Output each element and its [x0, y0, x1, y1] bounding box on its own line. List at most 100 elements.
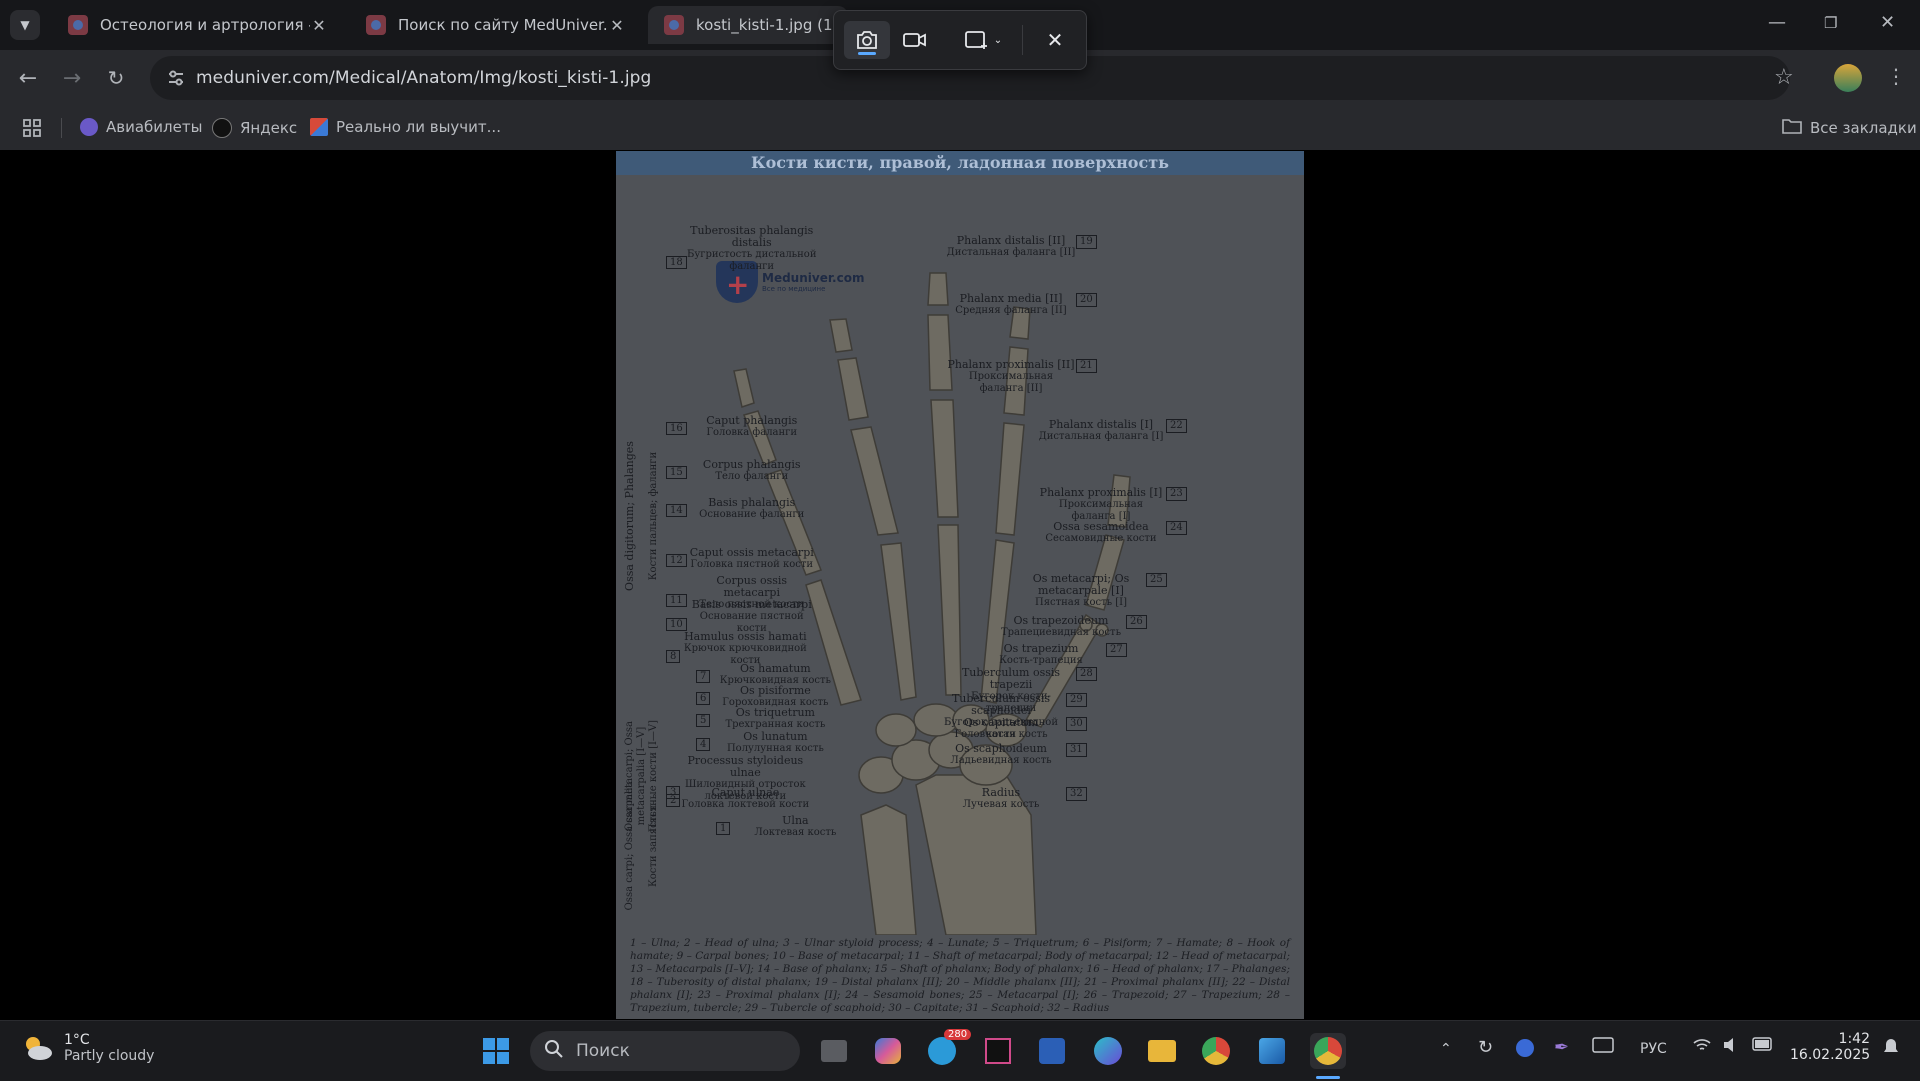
- group-latin: Ossa carpi; Ossa carpalia: [624, 781, 635, 911]
- tab-search-button[interactable]: ▼: [10, 10, 40, 40]
- label-russian: Головка пястной кости: [690, 559, 814, 570]
- close-window-icon[interactable]: ✕: [1880, 12, 1895, 33]
- label-latin: Caput ossis metacarpi: [689, 546, 814, 559]
- label-latin: Basis ossis metacarpi: [691, 598, 812, 611]
- label-latin: Ulna: [782, 814, 809, 827]
- weather-widget[interactable]: 1°C Partly cloudy: [20, 1031, 154, 1065]
- tab-image[interactable]: kosti_kisti-1.jpg (1115×: [648, 6, 848, 44]
- video-mode-button[interactable]: [892, 21, 938, 59]
- copilot-icon[interactable]: [870, 1033, 906, 1069]
- close-capture-button[interactable]: ✕: [1032, 21, 1078, 59]
- clock[interactable]: 1:42 16.02.2025: [1790, 1031, 1870, 1063]
- label-russian: Тело фаланги: [715, 471, 789, 482]
- close-icon[interactable]: ✕: [310, 16, 328, 35]
- tune-icon[interactable]: [166, 68, 186, 88]
- meduniver-favicon-icon: [68, 15, 88, 35]
- tab-search-meduniver[interactable]: Поиск по сайту MedUniver.com ✕: [350, 6, 640, 44]
- label-latin: Os trapezium: [1003, 642, 1079, 655]
- label-latin: Phalanx media [II]: [959, 292, 1063, 305]
- globe-icon: [80, 118, 98, 136]
- word-icon[interactable]: [1034, 1033, 1070, 1069]
- label-russian: Проксимальная фаланга [II]: [968, 371, 1054, 394]
- chevron-up-icon[interactable]: ⌃: [1440, 1041, 1452, 1057]
- label-russian: Локтевая кость: [754, 827, 837, 838]
- wifi-icon[interactable]: [1692, 1037, 1712, 1057]
- bone-label-22: Phalanx distalis [I] Дистальная фаланга […: [1036, 419, 1187, 443]
- battery-icon[interactable]: [1752, 1037, 1774, 1055]
- kebab-menu-icon[interactable]: ⋮: [1886, 64, 1906, 88]
- label-number: 2: [666, 794, 681, 807]
- start-button[interactable]: [478, 1033, 514, 1069]
- star-icon[interactable]: ☆: [1774, 65, 1794, 90]
- bone-label-16: 16 Caput phalangis Головка фаланги: [666, 415, 817, 439]
- file-explorer-icon[interactable]: [1144, 1033, 1180, 1069]
- clock-date: 16.02.2025: [1790, 1047, 1871, 1063]
- pen-icon[interactable]: ✒: [1554, 1037, 1569, 1058]
- bookmark-real-learn[interactable]: Реально ли выучит...: [310, 118, 501, 136]
- image-viewport: Кости кисти, правой, ладонная поверхност…: [0, 150, 1920, 1020]
- anatomy-image[interactable]: Кости кисти, правой, ладонная поверхност…: [616, 151, 1304, 1019]
- bone-label-18: 18 Tuberositas phalangis distalis Бугристо…: [666, 225, 817, 273]
- language-indicator[interactable]: РУС: [1640, 1041, 1667, 1057]
- bone-label-4: 4 Os lunatum Полулунная кость: [696, 731, 840, 755]
- all-bookmarks-label: Все закладки: [1810, 119, 1917, 137]
- arrow-left-icon[interactable]: ←: [14, 64, 42, 92]
- label-number: 5: [696, 714, 711, 727]
- canva-icon[interactable]: [1090, 1033, 1126, 1069]
- chrome-profile-icon[interactable]: [1310, 1033, 1346, 1069]
- restore-icon[interactable]: ❐: [1824, 14, 1837, 32]
- telegram-badge: 280: [944, 1029, 972, 1040]
- tray-app-icon[interactable]: [1516, 1039, 1534, 1061]
- label-number: 27: [1106, 643, 1127, 657]
- label-number: 21: [1076, 359, 1097, 373]
- reload-icon[interactable]: ↻: [102, 64, 130, 92]
- intellij-icon[interactable]: [980, 1033, 1016, 1069]
- label-latin: Basis phalangis: [708, 496, 796, 509]
- label-latin: Tuberositas phalangis distalis: [690, 224, 814, 249]
- all-bookmarks[interactable]: Все закладки: [1782, 118, 1917, 138]
- task-view-icon[interactable]: [816, 1033, 852, 1069]
- sync-icon[interactable]: ↻: [1478, 1037, 1493, 1058]
- app-icon[interactable]: [1254, 1033, 1290, 1069]
- taskbar-search[interactable]: Поиск: [530, 1031, 800, 1071]
- arrow-right-icon[interactable]: →: [58, 64, 86, 92]
- keyboard-icon[interactable]: [1592, 1037, 1614, 1057]
- avatar[interactable]: [1834, 64, 1862, 92]
- volume-icon[interactable]: [1722, 1037, 1740, 1057]
- label-number: 26: [1126, 615, 1147, 629]
- bone-label-25: Os metacarpi; Os metacarpale [I] Пястная …: [1016, 572, 1167, 609]
- screenshot-mode-button[interactable]: [844, 21, 890, 59]
- group-russian: Кости запястья: [648, 805, 659, 888]
- bookmark-label: Реально ли выучит...: [336, 118, 501, 136]
- label-latin: Os scaphoideum: [955, 742, 1047, 755]
- figure-legend: 1 – Ulna; 2 – Head of ulna; 3 – Ulnar st…: [630, 937, 1290, 1014]
- tab-osteology[interactable]: Остеология и артрология - ско ✕: [52, 6, 342, 44]
- meduniver-favicon-icon: [366, 15, 386, 35]
- apps-grid-icon[interactable]: [22, 118, 42, 142]
- label-number: 24: [1166, 521, 1187, 535]
- tab-title: Остеология и артрология - ско: [100, 16, 310, 34]
- label-latin: Os metacarpi; Os metacarpale [I]: [1032, 572, 1130, 597]
- label-number: 29: [1066, 693, 1087, 707]
- bookmark-aviatickets[interactable]: Авиабилеты: [80, 118, 202, 136]
- chrome-icon[interactable]: [1198, 1033, 1234, 1069]
- label-russian: Пястная кость [I]: [1034, 597, 1128, 608]
- label-number: 25: [1146, 573, 1167, 587]
- region-mode-dropdown[interactable]: ⌄: [952, 21, 1014, 59]
- notification-bell-icon[interactable]: [1882, 1037, 1900, 1061]
- telegram-icon[interactable]: 280: [924, 1029, 972, 1069]
- meduniver-favicon-icon: [664, 15, 684, 35]
- minimize-icon[interactable]: —: [1768, 12, 1786, 33]
- label-latin: Processus styloideus ulnae: [687, 754, 804, 779]
- bone-label-31: Os scaphoideum Ладьевидная кость 31: [936, 742, 1087, 767]
- label-latin: Phalanx proximalis [I]: [1039, 486, 1163, 499]
- label-number: 30: [1066, 717, 1087, 731]
- close-icon[interactable]: ✕: [608, 16, 626, 35]
- label-latin: Os hamatum: [740, 662, 811, 675]
- logo-name: Meduniver.com: [762, 271, 865, 285]
- label-latin: Os trapezoideum: [1013, 614, 1109, 627]
- bone-label-15: 15 Corpus phalangis Тело фаланги: [666, 459, 817, 483]
- bookmark-yandex[interactable]: Яндекс: [212, 118, 297, 138]
- label-latin: Radius: [981, 786, 1021, 799]
- url-text[interactable]: meduniver.com/Medical/Anatom/Img/kosti_k…: [196, 68, 651, 88]
